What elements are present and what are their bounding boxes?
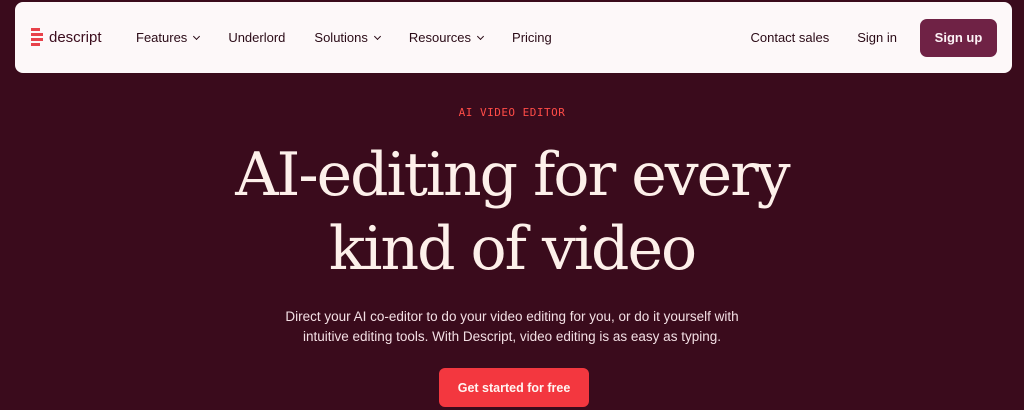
hero-description: Direct your AI co-editor to do your vide… — [0, 307, 1024, 347]
nav-item-label: Features — [136, 30, 188, 45]
nav-item-label: Pricing — [512, 30, 552, 45]
chevron-down-icon — [476, 32, 485, 40]
get-started-button[interactable]: Get started for free — [439, 368, 589, 407]
hero-description-line-2: intuitive editing tools. With Descript, … — [303, 329, 721, 344]
sign-up-button[interactable]: Sign up — [920, 18, 997, 57]
descript-logo-icon — [31, 28, 43, 46]
main-nav: Features Underlord Solutions Resources P… — [136, 2, 581, 73]
hero-headline-line-2: kind of video — [328, 214, 697, 284]
hero-headline: AI-editing for every kind of video — [0, 138, 1024, 286]
hero-headline-line-1: AI-editing for every — [235, 140, 790, 210]
nav-item-underlord[interactable]: Underlord — [228, 30, 285, 45]
chevron-down-icon — [193, 32, 201, 40]
nav-item-features[interactable]: Features — [136, 30, 201, 45]
logo-wordmark: descript — [49, 28, 102, 46]
nav-item-pricing[interactable]: Pricing — [512, 30, 552, 45]
contact-sales-link[interactable]: Contact sales — [750, 30, 829, 45]
top-navbar: descript Features Underlord Solutions Re… — [15, 2, 1012, 73]
page: descript Features Underlord Solutions Re… — [0, 0, 1024, 410]
hero-eyebrow: AI VIDEO EDITOR — [458, 106, 566, 119]
nav-item-label: Underlord — [228, 30, 286, 45]
nav-item-solutions[interactable]: Solutions — [314, 30, 381, 45]
nav-item-resources[interactable]: Resources — [408, 30, 485, 45]
descript-logo[interactable]: descript — [31, 28, 102, 46]
nav-item-label: Resources — [408, 30, 472, 45]
sign-in-link[interactable]: Sign in — [857, 30, 897, 45]
chevron-down-icon — [373, 32, 381, 40]
nav-item-label: Solutions — [314, 30, 368, 45]
hero-description-line-1: Direct your AI co-editor to do your vide… — [285, 309, 739, 324]
nav-actions: Contact sales Sign in Sign up — [750, 2, 997, 73]
